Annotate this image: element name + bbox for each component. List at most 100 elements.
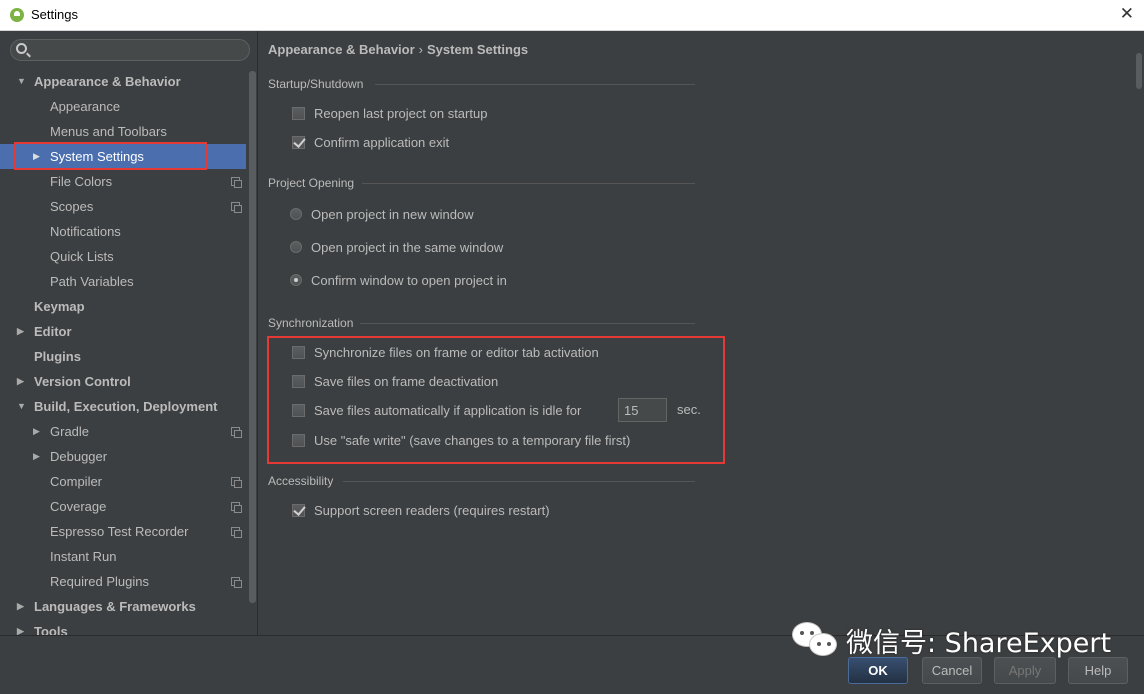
project-scope-icon <box>231 177 242 188</box>
close-icon[interactable]: ✕ <box>1120 4 1134 24</box>
tree-item-label: Menus and Toolbars <box>50 124 167 139</box>
tree-item-version-control[interactable]: ▶ Version Control <box>0 369 246 394</box>
section-divider <box>360 323 695 324</box>
radio-button[interactable] <box>290 241 302 253</box>
checkbox-box[interactable] <box>292 106 305 120</box>
checkbox-box[interactable] <box>292 345 305 359</box>
sync-on-activation-checkbox[interactable]: Synchronize files on frame or editor tab… <box>292 342 599 362</box>
tree-item-languages-frameworks[interactable]: ▶ Languages & Frameworks <box>0 594 246 619</box>
breadcrumb-current: System Settings <box>427 42 529 57</box>
tree-item-label: Editor <box>34 324 72 339</box>
chevron-down-icon[interactable]: ▼ <box>17 69 26 94</box>
idle-seconds-unit: sec. <box>677 402 701 417</box>
option-label: Confirm application exit <box>314 134 450 150</box>
screen-readers-checkbox[interactable]: Support screen readers (requires restart… <box>292 500 550 520</box>
breadcrumb: Appearance & Behavior › System Settings <box>268 42 528 57</box>
safe-write-checkbox[interactable]: Use "safe write" (save changes to a temp… <box>292 430 630 450</box>
sidebar-scrollbar-thumb[interactable] <box>249 71 256 603</box>
radio-button[interactable] <box>290 274 302 286</box>
tree-item-build-execution-deployment[interactable]: ▼ Build, Execution, Deployment <box>0 394 246 419</box>
tree-item-label: Quick Lists <box>50 249 114 264</box>
section-divider <box>343 481 695 482</box>
cancel-button[interactable]: Cancel <box>922 657 982 684</box>
tree-item-espresso-test-recorder[interactable]: Espresso Test Recorder <box>0 519 246 544</box>
section-title-startup: Startup/Shutdown <box>268 77 364 91</box>
tree-item-path-variables[interactable]: Path Variables <box>0 269 246 294</box>
chevron-right-icon[interactable]: ▶ <box>17 619 24 635</box>
chevron-down-icon[interactable]: ▼ <box>17 394 26 419</box>
main-scrollbar-thumb[interactable] <box>1136 53 1142 89</box>
tree-item-coverage[interactable]: Coverage <box>0 494 246 519</box>
tree-item-menus-and-toolbars[interactable]: Menus and Toolbars <box>0 119 246 144</box>
tree-item-notifications[interactable]: Notifications <box>0 219 246 244</box>
tree-item-label: Compiler <box>50 474 103 489</box>
chevron-right-icon[interactable]: ▶ <box>33 419 40 444</box>
save-on-idle-checkbox[interactable]: Save files automatically if application … <box>292 400 581 420</box>
android-studio-icon <box>10 8 24 22</box>
project-scope-icon <box>231 477 242 488</box>
tree-item-label: Plugins <box>34 349 81 364</box>
tree-item-label: Path Variables <box>50 274 134 289</box>
tree-item-label: File Colors <box>50 174 113 189</box>
tree-item-plugins[interactable]: Plugins <box>0 344 246 369</box>
window-titlebar: Settings ✕ <box>0 0 1144 31</box>
help-button[interactable]: Help <box>1068 657 1128 684</box>
settings-tree: ▼ Appearance & Behavior Appearance Menus an… <box>0 69 246 635</box>
tree-item-quick-lists[interactable]: Quick Lists <box>0 244 246 269</box>
tree-item-tools[interactable]: ▶ Tools <box>0 619 246 635</box>
settings-sidebar: ▼ Appearance & Behavior Appearance Menus an… <box>0 31 258 635</box>
tree-item-label: Instant Run <box>50 549 117 564</box>
tree-item-label: Coverage <box>50 499 107 514</box>
option-label: Save files on frame deactivation <box>314 373 499 389</box>
radio-button[interactable] <box>290 208 302 220</box>
save-on-deactivation-checkbox[interactable]: Save files on frame deactivation <box>292 371 498 391</box>
tree-item-keymap[interactable]: Keymap <box>0 294 246 319</box>
tree-item-instant-run[interactable]: Instant Run <box>0 544 246 569</box>
chevron-right-icon[interactable]: ▶ <box>17 369 24 394</box>
chevron-right-icon[interactable]: ▶ <box>33 444 40 469</box>
tree-item-label: Keymap <box>34 299 85 314</box>
option-label: Support screen readers (requires restart… <box>314 502 550 518</box>
confirm-exit-checkbox[interactable]: Confirm application exit <box>292 132 449 152</box>
tree-item-appearance-behavior[interactable]: ▼ Appearance & Behavior <box>0 69 246 94</box>
search-input[interactable] <box>33 41 243 59</box>
tree-item-file-colors[interactable]: File Colors <box>0 169 246 194</box>
open-same-window-radio[interactable]: Open project in the same window <box>290 237 503 257</box>
tree-item-label: Version Control <box>34 374 131 389</box>
option-label: Save files automatically if application … <box>314 402 582 418</box>
tree-item-required-plugins[interactable]: Required Plugins <box>0 569 246 594</box>
option-label: Open project in new window <box>311 206 474 222</box>
tree-item-debugger[interactable]: ▶ Debugger <box>0 444 246 469</box>
tree-item-label: System Settings <box>50 149 144 164</box>
tree-item-gradle[interactable]: ▶ Gradle <box>0 419 246 444</box>
tree-item-compiler[interactable]: Compiler <box>0 469 246 494</box>
chevron-right-icon[interactable]: ▶ <box>17 594 24 619</box>
tree-item-label: Appearance & Behavior <box>34 74 181 89</box>
idle-seconds-input[interactable] <box>618 398 667 422</box>
tree-item-system-settings[interactable]: ▶ System Settings <box>0 144 246 169</box>
option-label: Use "safe write" (save changes to a temp… <box>314 432 631 448</box>
confirm-window-radio[interactable]: Confirm window to open project in <box>290 270 507 290</box>
tree-item-editor[interactable]: ▶ Editor <box>0 319 246 344</box>
section-title-accessibility: Accessibility <box>268 474 334 488</box>
checkbox-box[interactable] <box>292 433 305 447</box>
apply-button[interactable]: Apply <box>994 657 1056 684</box>
tree-item-label: Scopes <box>50 199 94 214</box>
search-box[interactable] <box>10 39 250 61</box>
reopen-last-project-checkbox[interactable]: Reopen last project on startup <box>292 103 487 123</box>
tree-item-scopes[interactable]: Scopes <box>0 194 246 219</box>
chevron-right-icon[interactable]: ▶ <box>17 319 24 344</box>
ok-button[interactable]: OK <box>848 657 908 684</box>
tree-item-appearance[interactable]: Appearance <box>0 94 246 119</box>
project-scope-icon <box>231 202 242 213</box>
tree-item-label: Appearance <box>50 99 121 114</box>
checkbox-box[interactable] <box>292 374 305 388</box>
tree-item-label: Espresso Test Recorder <box>50 524 189 539</box>
tree-item-label: Required Plugins <box>50 574 150 589</box>
checkbox-box[interactable] <box>292 403 305 417</box>
open-new-window-radio[interactable]: Open project in new window <box>290 204 474 224</box>
checkbox-box[interactable] <box>292 135 305 149</box>
section-title-project-opening: Project Opening <box>268 176 355 190</box>
checkbox-box[interactable] <box>292 503 305 517</box>
chevron-right-icon[interactable]: ▶ <box>33 144 40 169</box>
